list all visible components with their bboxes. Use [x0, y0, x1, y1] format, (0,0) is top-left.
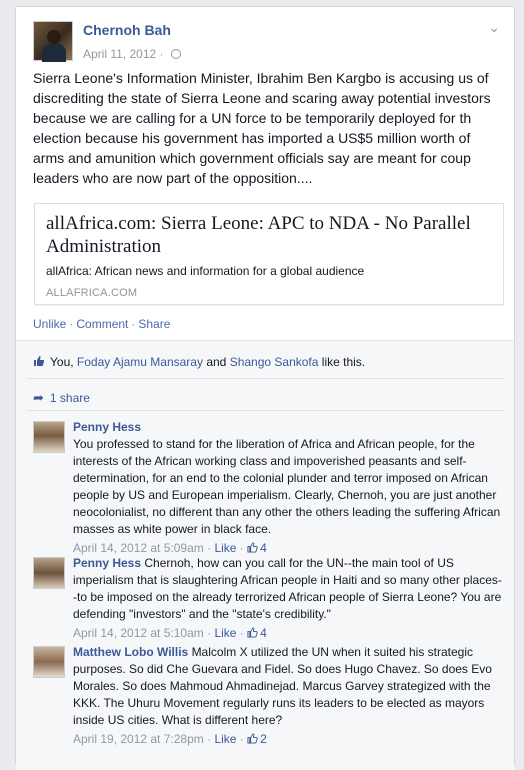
comment-link[interactable]: Comment [76, 317, 128, 331]
post-card: Chernoh Bah April 11, 2012 · ⌄ Sierra Le… [15, 6, 515, 770]
globe-icon[interactable] [170, 49, 181, 59]
meta-separator: · [203, 626, 215, 640]
chevron-down-icon[interactable]: ⌄ [488, 19, 500, 36]
comment-like-link[interactable]: Like [214, 626, 236, 640]
feedback-section: You, Foday Ajamu Mansaray and Shango San… [16, 340, 514, 770]
comment-like-count[interactable]: 4 [260, 541, 267, 555]
thumbs-up-icon [34, 356, 45, 366]
comment-time[interactable]: April 14, 2012 at 5:10am [73, 626, 204, 640]
likes-suffix: like this. [318, 355, 366, 369]
link-description: allAfrica: African news and information … [46, 264, 365, 278]
share-icon: ➦ [33, 390, 44, 405]
link-domain: ALLAFRICA.COM [46, 287, 138, 299]
author-name[interactable]: Chernoh Bah [83, 22, 171, 38]
post-text: Sierra Leone's Information Minister, Ibr… [33, 70, 491, 186]
thumbs-up-outline-icon [247, 627, 258, 638]
comment-time[interactable]: April 14, 2012 at 5:09am [73, 541, 204, 555]
commenter-name[interactable]: Penny Hess [73, 556, 141, 570]
comment-like-count[interactable]: 4 [260, 626, 267, 640]
commenter-avatar[interactable] [33, 557, 65, 589]
comment-like-link[interactable]: Like [214, 541, 236, 555]
thumbs-up-outline-icon [247, 733, 258, 744]
likes-you: You, [50, 355, 77, 369]
meta-separator: · [236, 541, 248, 555]
meta-separator: · [159, 47, 164, 61]
comment-meta: April 19, 2012 at 7:28pm · Like · 2 [73, 731, 505, 747]
unlike-link[interactable]: Unlike [33, 317, 66, 331]
action-separator: · [69, 317, 74, 331]
comment-meta: April 14, 2012 at 5:10am · Like · 4 [73, 625, 505, 641]
comment-text: You professed to stand for the liberatio… [73, 437, 501, 536]
meta-separator: · [203, 541, 215, 555]
commenter-avatar[interactable] [33, 421, 65, 453]
divider [26, 378, 504, 379]
liker-link[interactable]: Foday Ajamu Mansaray [77, 355, 203, 369]
post-actions: Unlike · Comment · Share [33, 317, 170, 331]
comment-body: Penny Hess You professed to stand for th… [73, 419, 505, 556]
meta-separator: · [236, 626, 248, 640]
divider [26, 410, 504, 411]
likes-and: and [202, 355, 230, 369]
thumbs-up-outline-icon [247, 542, 258, 553]
action-separator: · [131, 317, 136, 331]
link-title[interactable]: allAfrica.com: Sierra Leone: APC to NDA … [46, 212, 496, 258]
author-avatar[interactable] [33, 21, 73, 62]
shares-count[interactable]: 1 share [50, 391, 90, 405]
post-date[interactable]: April 11, 2012 [83, 47, 156, 61]
post-meta: April 11, 2012 · [83, 47, 181, 61]
shares-summary[interactable]: ➦ 1 share [33, 390, 90, 406]
likes-summary: You, Foday Ajamu Mansaray and Shango San… [33, 355, 365, 369]
commenter-name[interactable]: Matthew Lobo Willis [73, 645, 188, 659]
commenter-avatar[interactable] [33, 646, 65, 678]
link-preview[interactable]: allAfrica.com: Sierra Leone: APC to NDA … [34, 203, 504, 305]
commenter-name[interactable]: Penny Hess [73, 420, 141, 434]
comment-body: Matthew Lobo Willis Malcolm X utilized t… [73, 644, 505, 747]
comment-meta: April 14, 2012 at 5:09am · Like · 4 [73, 540, 505, 556]
comment-body: Penny Hess Chernoh, how can you call for… [73, 555, 505, 641]
share-link[interactable]: Share [138, 317, 170, 331]
liker-link[interactable]: Shango Sankofa [230, 355, 319, 369]
